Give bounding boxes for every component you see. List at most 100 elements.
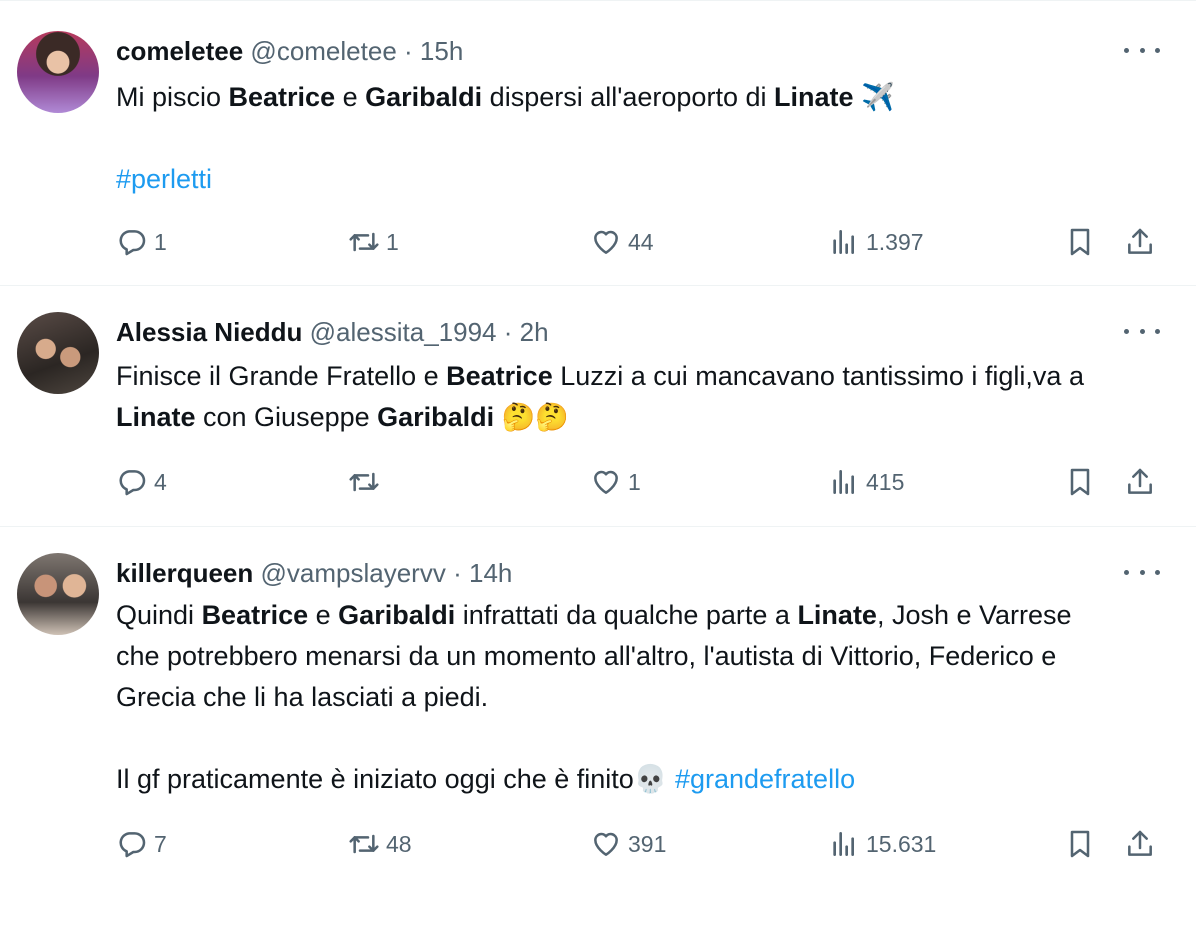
like-button[interactable]: 391	[590, 824, 666, 864]
reply-count: 7	[154, 830, 167, 857]
bookmark-icon	[1070, 228, 1090, 256]
text-span: infrattati da qualche parte a	[455, 600, 798, 630]
timestamp[interactable]: 2h	[520, 317, 549, 347]
bookmark-button[interactable]	[1064, 222, 1096, 262]
reply-icon	[119, 230, 146, 256]
action-bar: 7 48 391 15.631	[116, 824, 1166, 864]
more-icon[interactable]	[1124, 318, 1160, 344]
views-count: 1.397	[866, 228, 924, 255]
retweet-icon	[349, 232, 379, 252]
highlight-term: Linate	[773, 82, 854, 112]
retweet-icon	[349, 472, 379, 492]
user-handle[interactable]: @vampslayervv	[261, 558, 446, 588]
share-icon	[1128, 468, 1152, 494]
bookmark-button[interactable]	[1064, 824, 1096, 864]
views-icon	[833, 230, 854, 254]
more-icon[interactable]	[1124, 559, 1160, 585]
user-handle[interactable]: @comeletee	[250, 36, 396, 66]
views-count: 15.631	[866, 830, 937, 857]
reply-icon	[119, 832, 146, 858]
timestamp[interactable]: 14h	[469, 558, 512, 588]
like-button[interactable]: 1	[590, 462, 641, 502]
tweet-text: Mi piscio Beatrice e Garibaldi dispersi …	[116, 77, 1126, 200]
views-icon	[833, 470, 854, 494]
display-name[interactable]: killerqueen	[116, 558, 253, 588]
share-icon	[1128, 228, 1152, 254]
tweet[interactable]: killerqueen @vampslayervv · 14h Quindi B…	[0, 527, 1196, 927]
tweet-header: comeletee @comeletee · 15h	[116, 35, 463, 67]
retweet-icon	[349, 834, 379, 854]
separator-dot: ·	[503, 317, 513, 347]
text-span: dispersi all'aeroporto di	[482, 82, 774, 112]
bookmark-icon	[1070, 468, 1090, 496]
like-count: 44	[628, 228, 654, 255]
highlight-term: Beatrice	[228, 82, 336, 112]
action-bar: 4 1 415	[116, 462, 1166, 502]
like-button[interactable]: 44	[590, 222, 654, 262]
reply-button[interactable]: 1	[116, 222, 167, 262]
tweet-text: Finisce il Grande Fratello e Beatrice Lu…	[116, 356, 1106, 438]
like-count: 391	[628, 830, 667, 857]
retweet-count: 1	[386, 228, 399, 255]
views-icon	[833, 832, 854, 856]
retweet-button[interactable]: 48	[348, 824, 412, 864]
highlight-term: Garibaldi	[338, 600, 456, 630]
reply-icon	[119, 470, 146, 496]
reply-count: 4	[154, 468, 167, 495]
text-span: Quindi	[116, 600, 202, 630]
highlight-term: Beatrice	[446, 361, 553, 391]
heart-icon	[594, 470, 618, 494]
text-span: con Giuseppe	[195, 402, 378, 432]
tweet-header: Alessia Nieddu @alessita_1994 · 2h	[116, 316, 549, 348]
user-handle[interactable]: @alessita_1994	[310, 317, 497, 347]
skull-emoji: 💀	[633, 764, 668, 795]
views-button[interactable]: 1.397	[828, 222, 924, 262]
heart-icon	[594, 230, 618, 254]
highlight-term: Beatrice	[201, 600, 309, 630]
reply-button[interactable]: 7	[116, 824, 167, 864]
more-icon[interactable]	[1124, 37, 1160, 63]
tweet-text: Quindi Beatrice e Garibaldi infrattati d…	[116, 595, 1106, 800]
text-span: e	[308, 600, 339, 630]
hashtag-link[interactable]: #perletti	[116, 164, 212, 194]
text-span: Mi piscio	[116, 82, 229, 112]
share-button[interactable]	[1124, 824, 1156, 864]
retweet-count: 48	[386, 830, 412, 857]
separator-dot: ·	[453, 558, 462, 588]
hashtag-link[interactable]: #grandefratello	[675, 764, 855, 794]
share-button[interactable]	[1124, 222, 1156, 262]
retweet-button[interactable]	[348, 462, 386, 502]
highlight-term: Linate	[116, 402, 196, 432]
share-button[interactable]	[1124, 462, 1156, 502]
text-span: Luzzi a cui mancavano tantissimo i figli…	[552, 361, 1084, 391]
avatar[interactable]	[17, 31, 99, 113]
like-count: 1	[628, 468, 641, 495]
reply-button[interactable]: 4	[116, 462, 167, 502]
avatar[interactable]	[17, 553, 99, 635]
display-name[interactable]: comeletee	[116, 36, 243, 66]
text-span: Finisce il Grande Fratello e	[116, 361, 447, 391]
thinking-emoji: 🤔🤔	[501, 402, 569, 433]
heart-icon	[594, 832, 618, 856]
action-bar: 1 1 44 1.397	[116, 222, 1166, 262]
display-name[interactable]: Alessia Nieddu	[116, 317, 302, 347]
views-button[interactable]: 415	[828, 462, 904, 502]
timestamp[interactable]: 15h	[420, 36, 463, 66]
avatar[interactable]	[17, 312, 99, 394]
tweet-header: killerqueen @vampslayervv · 14h	[116, 557, 512, 589]
highlight-term: Garibaldi	[377, 402, 495, 432]
tweet[interactable]: comeletee @comeletee · 15h Mi piscio Bea…	[0, 0, 1196, 286]
share-icon	[1128, 830, 1152, 856]
tweet[interactable]: Alessia Nieddu @alessita_1994 · 2h Finis…	[0, 286, 1196, 527]
bookmark-button[interactable]	[1064, 462, 1096, 502]
views-button[interactable]: 15.631	[828, 824, 936, 864]
airplane-emoji: ✈️	[861, 82, 895, 113]
reply-count: 1	[154, 228, 167, 255]
text-span: e	[335, 82, 366, 112]
separator-dot: ·	[404, 36, 413, 66]
highlight-term: Garibaldi	[365, 82, 483, 112]
highlight-term: Linate	[797, 600, 877, 630]
retweet-button[interactable]: 1	[348, 222, 399, 262]
text-span: Il gf praticamente è iniziato oggi che è…	[116, 764, 634, 794]
views-count: 415	[866, 468, 905, 495]
